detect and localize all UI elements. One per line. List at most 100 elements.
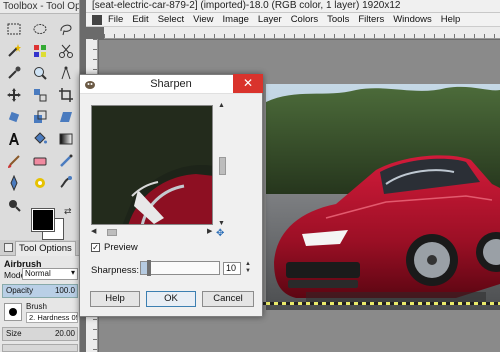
blend-tool[interactable]	[53, 128, 79, 150]
smudge-tool[interactable]	[53, 172, 79, 194]
eraser-tool[interactable]	[27, 150, 53, 172]
bucket-icon	[34, 132, 47, 144]
preview-horizontal-scrollbar[interactable]: ◀ ▶	[91, 228, 219, 236]
preview-vertical-scrollbar[interactable]: ▲ ▼	[217, 102, 227, 230]
size-slider[interactable]: Size 20.00	[2, 327, 78, 341]
shear-tool[interactable]	[53, 106, 79, 128]
tab-tool-options[interactable]: Tool Options	[15, 241, 76, 256]
scroll-left-arrow[interactable]: ◀	[91, 227, 96, 235]
tool-options-panel: Airbrush Mode: Normal Opacity 100.0 Brus…	[0, 256, 79, 352]
bucket-fill-tool[interactable]	[27, 128, 53, 150]
menu-edit[interactable]: Edit	[132, 14, 148, 25]
vertical-scroll-thumb[interactable]	[219, 157, 226, 175]
rect-select-tool[interactable]	[1, 18, 27, 40]
menu-file[interactable]: File	[108, 14, 123, 25]
ink-pen-icon	[10, 175, 18, 191]
clone-tool[interactable]	[27, 172, 53, 194]
navigate-icon[interactable]: ✥	[216, 228, 224, 239]
dodge-burn-tool[interactable]	[1, 194, 27, 216]
text-tool[interactable]	[1, 128, 27, 150]
magnifier-icon	[34, 67, 47, 80]
preview-label: Preview	[104, 242, 138, 253]
menu-tools[interactable]: Tools	[327, 14, 349, 25]
scroll-down-arrow[interactable]: ▼	[218, 220, 225, 227]
horizontal-scroll-thumb[interactable]	[107, 229, 117, 236]
foreground-color-swatch[interactable]	[31, 208, 55, 232]
scale-icon	[34, 110, 47, 123]
tool-options-tab-icon	[4, 243, 13, 252]
scroll-up-arrow[interactable]: ▲	[218, 102, 225, 109]
opacity-label: Opacity	[6, 286, 34, 295]
align-tool[interactable]	[27, 84, 53, 106]
shear-icon	[60, 112, 72, 122]
menu-windows[interactable]: Windows	[393, 14, 432, 25]
color-select-icon	[34, 45, 46, 57]
menu-help[interactable]: Help	[441, 14, 461, 25]
gradient-icon	[59, 133, 73, 145]
swap-colors-icon[interactable]: ⇄	[64, 206, 72, 217]
color-picker-tool[interactable]	[1, 62, 27, 84]
clone-stamp-icon	[35, 178, 45, 188]
measure-tool[interactable]	[53, 62, 79, 84]
menu-colors[interactable]: Colors	[291, 14, 318, 25]
rotate-tool[interactable]	[1, 106, 27, 128]
airbrush-icon	[60, 154, 73, 167]
aspect-slider[interactable]	[2, 344, 78, 352]
paintbrush-icon	[8, 155, 20, 168]
preview-toggle[interactable]: ✓ Preview	[91, 242, 138, 253]
ok-button[interactable]: OK	[146, 291, 196, 307]
scale-tool[interactable]	[27, 106, 53, 128]
compass-icon	[61, 66, 71, 80]
opacity-slider[interactable]: Opacity 100.0	[2, 284, 78, 298]
free-select-tool[interactable]	[53, 18, 79, 40]
brush-preview[interactable]	[4, 303, 22, 321]
sharpness-value-input[interactable]: 10	[223, 262, 241, 275]
toolbox-title: Toolbox - Tool Op...	[0, 0, 79, 14]
select-by-color-tool[interactable]	[27, 40, 53, 62]
mode-select[interactable]: Normal	[22, 268, 78, 280]
preview-image	[92, 106, 212, 224]
ellipse-select-icon	[33, 24, 47, 34]
close-button[interactable]: ✕	[233, 74, 263, 93]
image-window-title: [seat-electric-car-879-2] (imported)-18.…	[86, 0, 500, 13]
image-menu-icon[interactable]	[92, 15, 102, 25]
paintbrush-tool[interactable]	[1, 150, 27, 172]
tool-grid	[0, 14, 79, 216]
tool-options-tabs: Tool Options	[0, 240, 79, 256]
opacity-value: 100.0	[54, 286, 75, 295]
rotate-icon	[8, 111, 20, 123]
preview-checkbox[interactable]: ✓	[91, 243, 100, 252]
crop-tool[interactable]	[53, 84, 79, 106]
dialog-titlebar[interactable]: Sharpen ✕	[80, 74, 263, 94]
text-icon	[9, 133, 19, 145]
lasso-icon	[60, 24, 72, 36]
car-photo[interactable]	[266, 84, 500, 310]
cancel-button[interactable]: Cancel	[202, 291, 254, 307]
sharpen-dialog: Sharpen ✕ ▲ ▼ ◀ ▶ ✥ ✓ Preview Sharpness:…	[79, 74, 263, 317]
fuzzy-select-tool[interactable]	[1, 40, 27, 62]
horizontal-ruler[interactable]	[104, 27, 500, 39]
menu-image[interactable]: Image	[223, 14, 249, 25]
toolbox-window: Toolbox - Tool Op... ⇄ Tool Options	[0, 0, 80, 352]
preview-area[interactable]	[91, 105, 213, 225]
menu-layer[interactable]: Layer	[258, 14, 282, 25]
sharpness-slider-handle[interactable]	[147, 260, 151, 276]
zoom-tool[interactable]	[27, 62, 53, 84]
menu-select[interactable]: Select	[158, 14, 184, 25]
menu-view[interactable]: View	[193, 14, 213, 25]
ink-tool[interactable]	[1, 172, 27, 194]
scissors-select-tool[interactable]	[53, 40, 79, 62]
menubar: File Edit Select View Image Layer Colors…	[86, 13, 500, 27]
smudge-icon	[60, 176, 72, 188]
sharpness-slider[interactable]	[140, 260, 220, 276]
menu-filters[interactable]: Filters	[358, 14, 384, 25]
scroll-right-arrow[interactable]: ▶	[207, 227, 212, 235]
eyedropper-icon	[8, 66, 21, 79]
sharpness-spin-buttons[interactable]: ▲ ▼	[244, 261, 252, 275]
dodge-burn-icon	[9, 200, 21, 212]
ellipse-select-tool[interactable]	[27, 18, 53, 40]
size-label: Size	[6, 329, 22, 338]
move-tool[interactable]	[1, 84, 27, 106]
airbrush-tool[interactable]	[53, 150, 79, 172]
help-button[interactable]: Help	[90, 291, 140, 307]
